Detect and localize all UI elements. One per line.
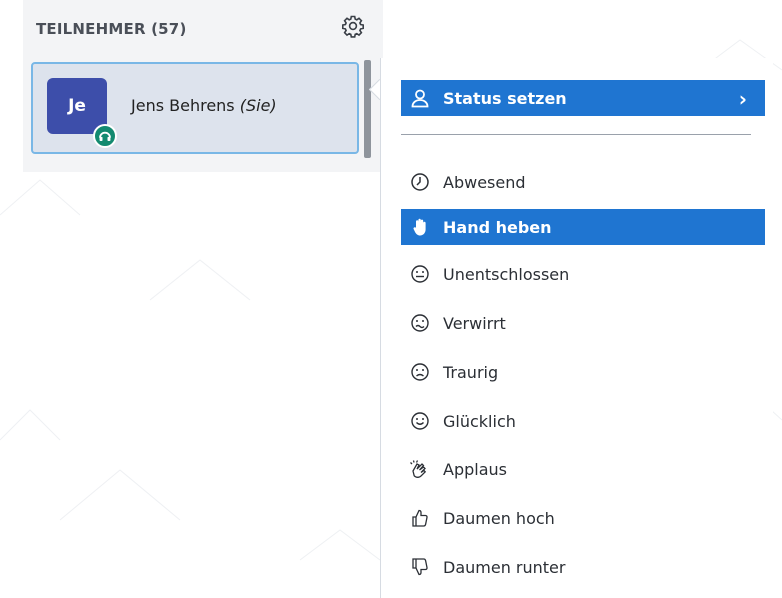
menu-item-label: Daumen hoch [443,508,555,528]
avatar-initials: Je [68,96,86,116]
gear-icon[interactable] [341,14,365,38]
menu-item-traurig[interactable]: Traurig [401,354,765,390]
participant-name: Jens Behrens (Sie) [131,96,277,115]
confused-face-icon [409,312,431,334]
neutral-face-icon [409,263,431,285]
clock-icon [409,171,431,193]
person-icon [409,87,431,109]
status-context-menu: Status setzen › Abwesend Hand heben Unen… [380,58,773,598]
scrollbar-thumb[interactable] [364,60,371,158]
happy-face-icon [409,410,431,432]
menu-item-label: Unentschlossen [443,264,570,284]
menu-divider [401,134,751,135]
menu-item-status-setzen[interactable]: Status setzen › [401,80,765,116]
menu-item-label: Applaus [443,459,507,479]
participant-name-text: Jens Behrens [131,96,235,115]
menu-item-unentschlossen[interactable]: Unentschlossen [401,256,765,292]
menu-item-daumen-hoch[interactable]: Daumen hoch [401,500,765,536]
menu-item-label: Verwirrt [443,313,506,333]
menu-item-abwesend[interactable]: Abwesend [401,164,765,200]
menu-item-applaus[interactable]: Applaus [401,451,765,487]
participant-you-label: (Sie) [239,96,277,115]
thumbs-up-icon [409,507,431,529]
menu-item-verwirrt[interactable]: Verwirrt [401,305,765,341]
menu-item-daumen-runter[interactable]: Daumen runter [401,549,765,585]
menu-item-label: Hand heben [443,217,552,237]
clapping-hands-icon [409,458,431,480]
menu-item-hand-heben[interactable]: Hand heben [401,209,765,245]
participants-panel: TEILNEHMER (57) Je Jens Behrens (Sie) [23,0,383,172]
menu-item-label: Daumen runter [443,557,566,577]
chevron-right-icon: › [738,87,747,111]
menu-item-label: Glücklich [443,411,516,431]
menu-item-label: Status setzen [443,88,567,108]
menu-item-label: Abwesend [443,172,526,192]
participant-item-self[interactable]: Je Jens Behrens (Sie) [31,62,359,154]
menu-item-label: Traurig [443,362,499,382]
thumbs-down-icon [409,556,431,578]
headphones-icon [93,124,117,148]
sad-face-icon [409,361,431,383]
menu-item-gluecklich[interactable]: Glücklich [401,403,765,439]
hand-icon [409,216,431,238]
participants-header: TEILNEHMER (57) [36,20,187,38]
